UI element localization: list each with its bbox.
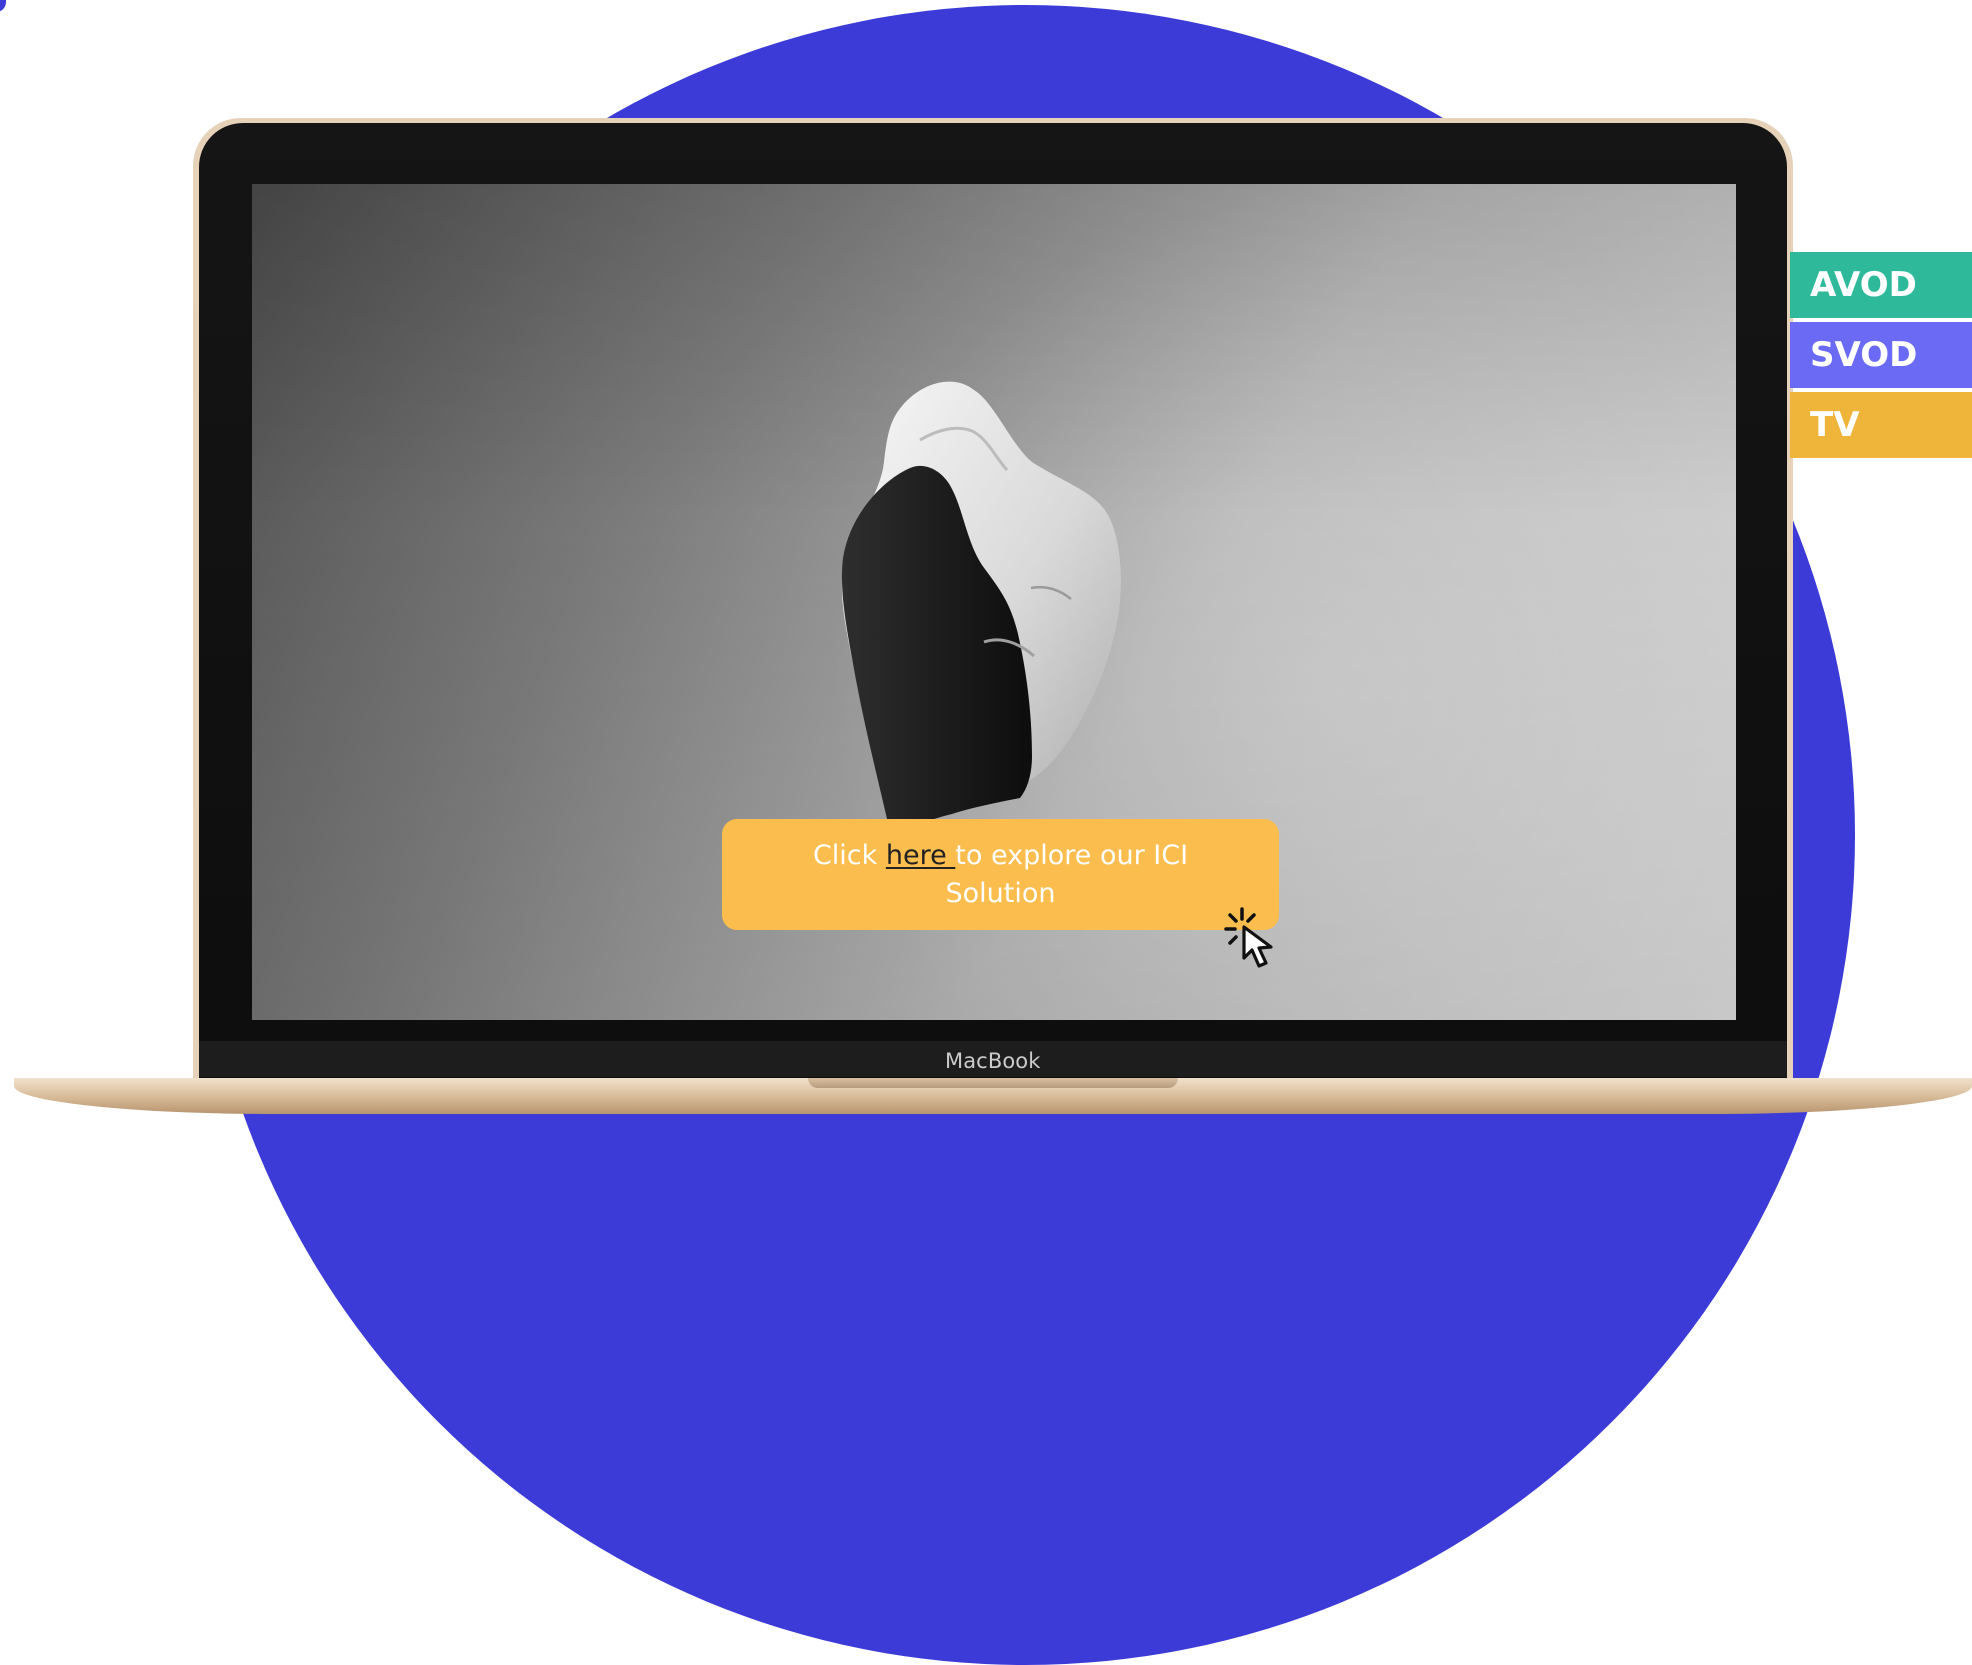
cta-before: Click [812, 840, 886, 871]
pointer-click-icon [1224, 907, 1273, 968]
side-tab-svod-label: SVOD [1810, 335, 1918, 375]
cta-link[interactable]: here [886, 840, 955, 871]
laptop-hinge [808, 1078, 1178, 1088]
side-tab-tv-label: TV [1810, 405, 1860, 445]
corner-accent [0, 0, 6, 12]
cta-banner[interactable]: Click here to explore our ICI Solution [722, 819, 1279, 930]
side-tab-avod[interactable]: AVOD [1790, 252, 1972, 318]
laptop-brand: MacBook [945, 1049, 1041, 1073]
cta-after: to explore our ICI Solution [945, 840, 1189, 909]
side-nav: AVOD SVOD TV [1790, 252, 1972, 462]
rock-image [841, 381, 1121, 836]
side-tab-avod-label: AVOD [1810, 265, 1917, 305]
side-tab-tv[interactable]: TV [1790, 392, 1972, 458]
side-tab-svod[interactable]: SVOD [1790, 322, 1972, 388]
